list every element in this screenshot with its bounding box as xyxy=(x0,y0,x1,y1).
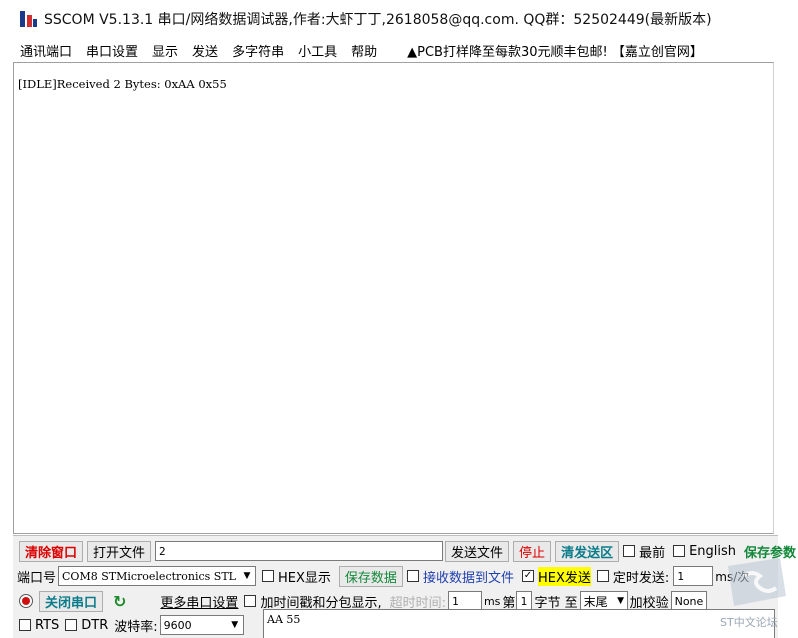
file-path-input[interactable]: 2 xyxy=(155,541,444,561)
chevron-down-icon[interactable]: ▼ xyxy=(226,616,243,634)
byte-mid-label: 字节 至 xyxy=(534,595,578,611)
timed-send-label: 定时发送: xyxy=(612,570,670,586)
promo-link[interactable]: ▲PCB打样降至每款30元顺丰包邮! 【嘉立创官网】 xyxy=(407,41,703,60)
menu-serial-settings[interactable]: 串口设置 xyxy=(86,41,138,60)
baud-select[interactable]: 9600 ▼ xyxy=(159,615,244,635)
timestamp-checkbox[interactable] xyxy=(244,595,257,607)
more-settings-button[interactable]: 更多串口设置 xyxy=(160,592,238,611)
sscom-logo-icon xyxy=(18,9,38,29)
hex-display-checkbox[interactable] xyxy=(262,570,275,582)
receive-text-area[interactable]: [IDLE]Received 2 Bytes: 0xAA 0x55 xyxy=(13,62,774,534)
save-data-button[interactable]: 保存数据 xyxy=(338,565,403,587)
stop-button[interactable]: 停止 xyxy=(513,540,552,562)
hex-display-label: HEX显示 xyxy=(278,570,331,586)
timed-send-checkbox[interactable] xyxy=(596,570,609,582)
clear-window-button[interactable]: 清除窗口 xyxy=(19,540,84,562)
port-select[interactable]: COM8 STMicroelectronics STL ▼ xyxy=(58,566,257,586)
toolbar-row-4: RTS DTR 波特率: 9600 ▼ xyxy=(19,613,248,637)
checksum-label: 加校验 xyxy=(629,595,669,611)
end-select[interactable]: 末尾 ▼ xyxy=(579,591,628,611)
baud-select-value: 9600 xyxy=(163,618,192,632)
chevron-down-icon[interactable]: ▼ xyxy=(614,592,627,610)
port-label: 端口号 xyxy=(17,570,57,586)
port-select-value: COM8 STMicroelectronics STL xyxy=(62,569,236,583)
dtr-checkbox[interactable] xyxy=(65,619,78,631)
close-port-button[interactable]: 关闭串口 xyxy=(39,590,104,612)
st-logo-watermark-icon xyxy=(728,558,786,606)
toolbar-row-2: 端口号 COM8 STMicroelectronics STL ▼ HEX显示 … xyxy=(17,564,757,588)
hex-send-checkbox[interactable]: ✓ xyxy=(521,570,534,582)
end-select-value: 末尾 xyxy=(583,594,608,609)
checksum-select-value: None xyxy=(674,594,704,608)
menu-send[interactable]: 发送 xyxy=(192,41,218,60)
baud-label: 波特率: xyxy=(114,619,158,635)
timestamp-label: 加时间戳和分包显示, xyxy=(260,595,382,611)
chevron-down-icon[interactable]: ▼ xyxy=(239,567,256,585)
control-panel: 清除窗口 打开文件 2 发送文件 停止 清发送区 最前 English 保存参数… xyxy=(13,535,796,638)
port-status-radio[interactable] xyxy=(19,594,33,608)
timeout-unit: ms xyxy=(483,594,501,608)
clear-send-button[interactable]: 清发送区 xyxy=(555,540,620,562)
send-text-area[interactable]: AA 55 xyxy=(263,609,775,638)
timeout-input[interactable]: 1 xyxy=(447,591,482,611)
dtr-label: DTR xyxy=(81,617,109,633)
checksum-select[interactable]: None xyxy=(670,591,707,611)
recv-to-file-label: 接收数据到文件 xyxy=(422,570,514,586)
menu-multi-string[interactable]: 多字符串 xyxy=(232,41,284,60)
rts-label: RTS xyxy=(35,617,60,633)
english-checkbox[interactable] xyxy=(673,545,686,557)
menu-bar: 通讯端口 串口设置 显示 发送 多字符串 小工具 帮助 ▲PCB打样降至每款30… xyxy=(0,38,798,62)
topmost-label: 最前 xyxy=(639,545,666,561)
refresh-icon[interactable]: ↻ xyxy=(113,592,126,611)
window-title: SSCOM V5.13.1 串口/网络数据调试器,作者:大虾丁丁,2618058… xyxy=(44,12,712,28)
send-file-button[interactable]: 发送文件 xyxy=(445,540,510,562)
menu-help[interactable]: 帮助 xyxy=(351,41,377,60)
timed-send-input[interactable]: 1 xyxy=(673,566,714,586)
menu-display[interactable]: 显示 xyxy=(152,41,178,60)
open-file-button[interactable]: 打开文件 xyxy=(87,540,152,562)
byte-prefix-label: 第 xyxy=(502,595,516,611)
recv-to-file-checkbox[interactable] xyxy=(406,570,419,582)
menu-comm-port[interactable]: 通讯端口 xyxy=(20,41,72,60)
topmost-checkbox[interactable] xyxy=(623,545,636,557)
byte-start-input[interactable]: 1 xyxy=(516,591,533,611)
menu-tools[interactable]: 小工具 xyxy=(298,41,337,60)
rts-checkbox[interactable] xyxy=(19,619,31,631)
timeout-label: 超时时间: xyxy=(389,595,446,611)
watermark-text: ST中文论坛 xyxy=(720,616,778,629)
hex-send-label: HEX发送 xyxy=(537,566,591,586)
title-bar: SSCOM V5.13.1 串口/网络数据调试器,作者:大虾丁丁,2618058… xyxy=(0,0,798,38)
toolbar-row-1: 清除窗口 打开文件 2 发送文件 停止 清发送区 最前 English 保存参数 xyxy=(19,539,798,563)
